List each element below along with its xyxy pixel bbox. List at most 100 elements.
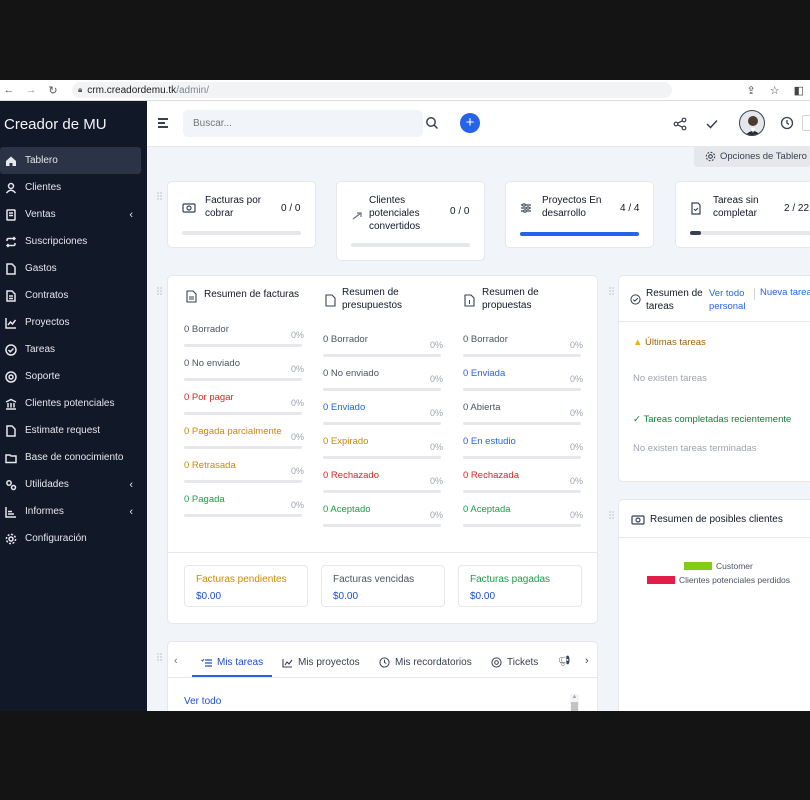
status-label[interactable]: 0 Abierta <box>463 402 501 413</box>
tabs-scroll-left-icon[interactable]: ‹ <box>174 655 178 667</box>
status-percent: 0% <box>429 408 443 418</box>
drag-handle-icon[interactable] <box>157 287 163 295</box>
menu-toggle-icon[interactable] <box>158 118 168 128</box>
leads-icon <box>4 397 18 411</box>
announcement-tab-icon[interactable]: 📢︎ <box>558 656 571 667</box>
legend-swatch-lost[interactable] <box>647 576 675 584</box>
tab-my-tasks[interactable]: Mis tareas <box>201 657 263 668</box>
view-all-link[interactable]: Ver todo <box>184 696 221 707</box>
legend-label-customer: Customer <box>716 561 753 571</box>
total-value: $0.00 <box>196 591 222 602</box>
stat-card-leads[interactable]: Clientes potenciales convertidos 0 / 0 <box>336 181 485 261</box>
forward-icon[interactable]: → <box>24 84 38 96</box>
legend-swatch-customer[interactable] <box>684 562 712 570</box>
sidebar-item-suscripciones[interactable]: Suscripciones <box>0 228 147 255</box>
share-icon[interactable] <box>673 117 687 131</box>
bookmark-star-icon[interactable]: ☆ <box>770 84 780 97</box>
status-label[interactable]: 0 Enviado <box>323 402 365 413</box>
chevron-left-icon[interactable]: ‹ <box>129 506 133 518</box>
view-all-personal-link[interactable]: Ver todo personal <box>709 287 745 313</box>
sidebar-item-tablero[interactable]: Tablero <box>0 147 141 174</box>
drag-handle-icon[interactable] <box>157 192 163 200</box>
stat-progress-bar <box>182 231 301 235</box>
back-icon[interactable]: ← <box>2 84 16 96</box>
clock-icon <box>379 657 390 668</box>
clock-icon[interactable] <box>780 116 794 130</box>
folder-icon <box>4 451 18 465</box>
scrollbar[interactable]: ▲ <box>570 694 579 711</box>
status-label[interactable]: 0 Pagada parcialmente <box>184 426 282 437</box>
status-label[interactable]: 0 No enviado <box>323 368 379 379</box>
total-value: $0.00 <box>333 591 359 602</box>
quick-create-button[interactable]: + <box>460 113 480 133</box>
sidebar-item-utilidades[interactable]: Utilidades ‹ <box>0 471 147 498</box>
latest-tasks-heading: ▲ Últimas tareas <box>633 337 706 348</box>
proposal-file-icon <box>464 294 475 307</box>
status-label[interactable]: 0 No enviado <box>184 358 240 369</box>
status-label[interactable]: 0 Aceptada <box>463 504 511 515</box>
stat-value: 0 / 0 <box>281 203 301 214</box>
total-box-overdue[interactable]: Facturas vencidas $0.00 <box>321 565 445 607</box>
status-label[interactable]: 0 Borrador <box>323 334 368 345</box>
sidebar-item-tareas[interactable]: Tareas <box>0 336 147 363</box>
search-input[interactable] <box>183 110 423 137</box>
status-label[interactable]: 0 Rechazada <box>463 470 519 481</box>
scroll-up-icon[interactable]: ▲ <box>570 694 579 700</box>
status-label[interactable]: 0 Enviada <box>463 368 505 379</box>
app-window: ← → ↻ 🔒︎ crm.creadordemu.tk/admin/ ⇪ ☆ ◧… <box>0 80 810 711</box>
total-box-pending[interactable]: Facturas pendientes $0.00 <box>184 565 308 607</box>
status-label[interactable]: 0 En estudio <box>463 436 516 447</box>
sidebar-item-configuración[interactable]: Configuración <box>0 525 147 552</box>
tab-tickets[interactable]: Tickets <box>491 657 538 668</box>
drag-handle-icon[interactable] <box>609 511 615 519</box>
status-label[interactable]: 0 Expirado <box>323 436 368 447</box>
stat-card-tasks[interactable]: Tareas sin completar 2 / 22 <box>675 181 810 248</box>
tab-my-projects[interactable]: Mis proyectos <box>282 657 360 668</box>
status-label[interactable]: 0 Borrador <box>184 324 229 335</box>
checkmark-icon[interactable] <box>705 117 719 131</box>
sidebar-item-soporte[interactable]: Soporte <box>0 363 147 390</box>
drag-handle-icon[interactable] <box>157 653 163 661</box>
window-icon[interactable]: ◧ <box>794 84 804 97</box>
chevron-left-icon[interactable]: ‹ <box>129 479 133 491</box>
stat-card-invoices[interactable]: Facturas por cobrar 0 / 0 <box>167 181 316 248</box>
sidebar-item-clientes[interactable]: Clientes <box>0 174 147 201</box>
tabs-scroll-right-icon[interactable]: › <box>585 655 589 667</box>
sidebar-item-proyectos[interactable]: Proyectos <box>0 309 147 336</box>
repeat-icon <box>4 235 18 249</box>
status-label[interactable]: 0 Borrador <box>463 334 508 345</box>
chevron-left-icon[interactable]: ‹ <box>129 209 133 221</box>
check-circle-icon <box>630 294 641 305</box>
timer-button[interactable] <box>802 115 810 131</box>
total-box-paid[interactable]: Facturas pagadas $0.00 <box>458 565 582 607</box>
sidebar-item-base-de-conocimiento[interactable]: Base de conocimiento <box>0 444 147 471</box>
brand-logo[interactable]: Creador de MU <box>0 101 147 147</box>
sidebar-item-clientes-potenciales[interactable]: Clientes potenciales <box>0 390 147 417</box>
status-label[interactable]: 0 Retrasada <box>184 460 236 471</box>
sidebar-item-informes[interactable]: Informes ‹ <box>0 498 147 525</box>
status-label[interactable]: 0 Pagada <box>184 494 225 505</box>
sidebar-item-ventas[interactable]: Ventas ‹ <box>0 201 147 228</box>
sidebar-item-contratos[interactable]: Contratos <box>0 282 147 309</box>
user-icon <box>4 181 18 195</box>
drag-handle-icon[interactable] <box>609 287 615 295</box>
sidebar-item-estimate-request[interactable]: Estimate request <box>0 417 147 444</box>
stat-card-projects[interactable]: Proyectos En desarrollo 4 / 4 <box>505 181 654 248</box>
search-icon[interactable] <box>425 116 439 130</box>
status-label[interactable]: 0 Aceptado <box>323 504 371 515</box>
sidebar-item-gastos[interactable]: Gastos <box>0 255 147 282</box>
tab-my-reminders[interactable]: Mis recordatorios <box>379 657 472 668</box>
status-percent: 0% <box>569 476 583 486</box>
status-percent: 0% <box>429 442 443 452</box>
new-task-link[interactable]: Nueva tarea <box>760 287 810 298</box>
reload-icon[interactable]: ↻ <box>46 84 60 97</box>
scrollbar-thumb[interactable] <box>571 702 578 711</box>
status-label[interactable]: 0 Rechazado <box>323 470 379 481</box>
status-percent: 0% <box>290 466 304 476</box>
status-percent: 0% <box>569 374 583 384</box>
avatar[interactable] <box>739 110 765 136</box>
dashboard-options-button[interactable]: Opciones de Tablero <box>694 146 810 167</box>
status-label[interactable]: 0 Por pagar <box>184 392 234 403</box>
share-page-icon[interactable]: ⇪ <box>747 84 756 97</box>
address-bar[interactable]: 🔒︎ crm.creadordemu.tk/admin/ <box>72 82 672 98</box>
